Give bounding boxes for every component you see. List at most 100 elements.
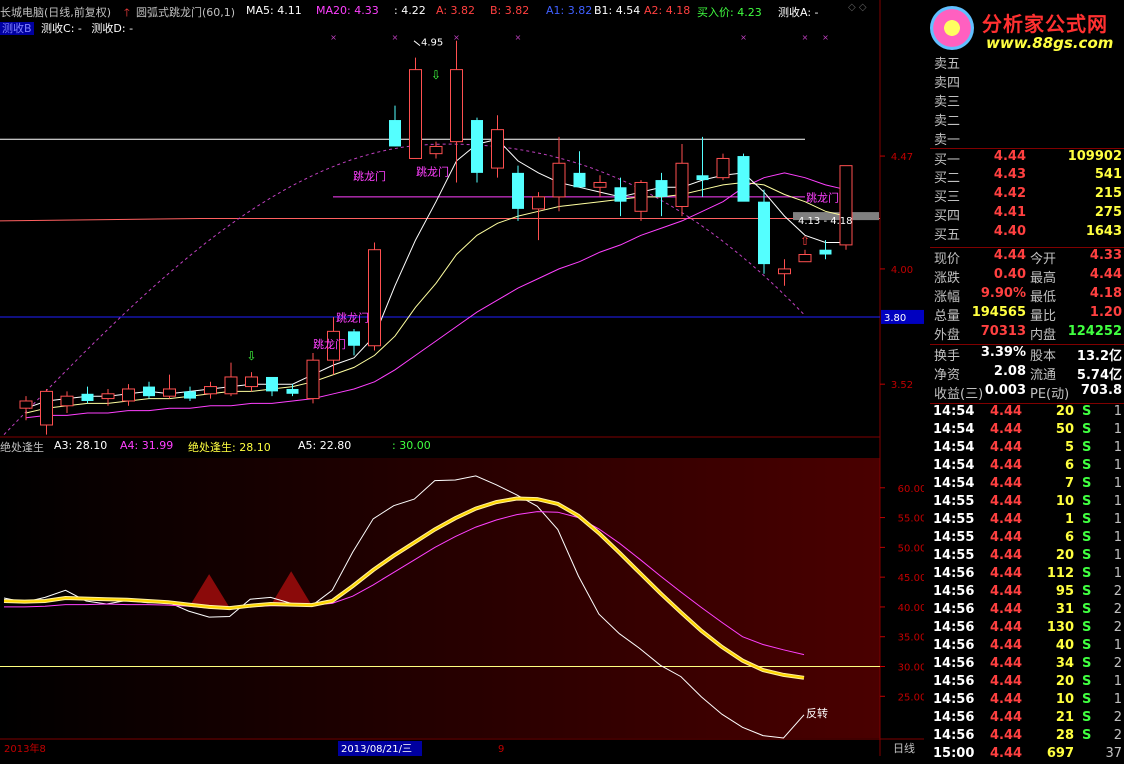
tick-price: 4.44 <box>990 440 1023 455</box>
tick-count: 1 <box>1113 512 1122 527</box>
tick-count: 1 <box>1113 440 1122 455</box>
tick-row[interactable]: 14:54 4.44 50 S 1 <box>930 422 1124 440</box>
tick-side: S <box>1082 566 1092 581</box>
order-book-row[interactable]: 买三 4.42 215 <box>930 186 1124 205</box>
indicator-name[interactable]: 绝处逢生 <box>0 439 44 455</box>
tick-row[interactable]: 14:56 4.44 112 S 1 <box>930 566 1124 584</box>
tick-volume: 20 <box>1055 548 1074 563</box>
candle-body-up <box>716 157 730 179</box>
indicator-value: A5: 22.80 <box>298 439 352 452</box>
y-tick-label: 30.00 <box>898 663 924 674</box>
candle-body-down <box>737 156 750 202</box>
candle-body-up <box>60 395 74 407</box>
tick-list[interactable]: 14:54 4.44 20 S 1 14:54 4.44 50 S 1 14:54 4.44 5 S 1 14… <box>930 403 1124 761</box>
tick-price: 4.44 <box>990 602 1023 617</box>
candle-body-down <box>655 180 668 197</box>
tick-price: 4.44 <box>990 692 1023 707</box>
tick-time: 14:55 <box>933 494 975 509</box>
fundamental-value: 703.8 <box>1080 383 1122 398</box>
tick-row[interactable]: 14:54 4.44 7 S 1 <box>930 476 1124 494</box>
candle-body-down <box>819 249 832 255</box>
sell-arrow-icon: ⇧ <box>800 234 810 248</box>
tick-volume: 5 <box>1064 440 1074 455</box>
fundamental-label: 股本 <box>1030 349 1057 364</box>
candle-body-up <box>306 359 320 400</box>
tick-row[interactable]: 14:56 4.44 20 S 1 <box>930 674 1124 692</box>
y-tick-label: 55.00 <box>898 514 924 525</box>
formula-name[interactable]: 圆弧式跳龙门(60,1) <box>136 4 235 20</box>
stat-value: 0.40 <box>993 267 1026 282</box>
tick-row[interactable]: 14:54 4.44 5 S 1 <box>930 440 1124 458</box>
tick-row[interactable]: 14:55 4.44 10 S 1 <box>930 494 1124 512</box>
tick-volume: 10 <box>1055 494 1074 509</box>
candle-body-down <box>614 187 627 202</box>
candle-body-up <box>245 376 258 388</box>
stat-label: 量比 <box>1030 309 1057 324</box>
tick-row[interactable]: 14:55 4.44 6 S 1 <box>930 530 1124 548</box>
tick-row[interactable]: 14:55 4.44 20 S 1 <box>930 548 1124 566</box>
order-book-row[interactable]: 卖一 <box>930 129 1124 148</box>
stat-label: 涨幅 <box>934 290 961 305</box>
chart-window-controls[interactable]: ◇ ◇ <box>848 2 867 13</box>
top-marker: × <box>515 33 522 42</box>
order-book-label: 卖二 <box>934 114 961 129</box>
jump-label: 跳龙门 <box>806 191 839 205</box>
tick-row[interactable]: 14:56 4.44 10 S 1 <box>930 692 1124 710</box>
tick-time: 14:56 <box>933 620 975 635</box>
tick-side: S <box>1082 638 1092 653</box>
tick-row[interactable]: 14:55 4.44 1 S 1 <box>930 512 1124 530</box>
x-axis-label: 2013/08/21/三 <box>341 744 412 755</box>
tick-row[interactable]: 14:56 4.44 95 S 2 <box>930 584 1124 602</box>
tick-count: 1 <box>1113 548 1122 563</box>
order-book-price: 4.44 <box>993 149 1026 164</box>
tick-time: 15:00 <box>933 746 975 761</box>
stat-label: 最低 <box>1030 290 1057 305</box>
period-tab[interactable]: 日线 <box>893 741 915 755</box>
y-tick-label: 40.00 <box>898 603 924 614</box>
tick-row[interactable]: 14:56 4.44 40 S 1 <box>930 638 1124 656</box>
tick-row[interactable]: 14:56 4.44 31 S 2 <box>930 602 1124 620</box>
tick-row[interactable]: 14:56 4.44 28 S 2 <box>930 728 1124 746</box>
order-book-row[interactable]: 卖五 <box>930 53 1124 72</box>
tick-count: 1 <box>1113 674 1122 689</box>
tick-price: 4.44 <box>990 458 1023 473</box>
candle-body-down <box>184 391 196 399</box>
stat-value: 124252 <box>1067 324 1122 339</box>
order-book-row[interactable]: 卖三 <box>930 91 1124 110</box>
tick-price: 4.44 <box>990 530 1023 545</box>
order-book-row[interactable]: 买四 4.41 275 <box>930 205 1124 224</box>
tick-row[interactable]: 14:56 4.44 21 S 2 <box>930 710 1124 728</box>
jump-label: 跳龙门 <box>313 337 346 351</box>
tick-row[interactable]: 14:56 4.44 34 S 2 <box>930 656 1124 674</box>
fundamental-row: 换手 3.39% 股本 13.2亿 <box>930 345 1124 364</box>
stat-value: 4.44 <box>993 248 1026 263</box>
order-book-row[interactable]: 买五 4.40 1643 <box>930 224 1124 243</box>
tick-time: 14:54 <box>933 476 975 491</box>
tick-price: 4.44 <box>990 746 1023 761</box>
candle-body-up <box>122 388 135 402</box>
order-book-row[interactable]: 卖二 <box>930 110 1124 129</box>
jump-label: 跳龙门 <box>353 169 386 183</box>
stat-row: 涨幅 9.90% 最低 4.18 <box>930 286 1124 305</box>
price-label: 3.80 <box>884 313 906 324</box>
tick-volume: 20 <box>1055 674 1074 689</box>
order-book-row[interactable]: 买二 4.43 541 <box>930 167 1124 186</box>
tick-time: 14:56 <box>933 710 975 725</box>
fundamental-value: 0.003 <box>984 383 1026 398</box>
tick-row[interactable]: 14:54 4.44 6 S 1 <box>930 458 1124 476</box>
candle-body-up <box>552 162 566 198</box>
tick-count: 1 <box>1113 476 1122 491</box>
tick-row[interactable]: 14:54 4.44 20 S 1 <box>930 404 1124 422</box>
chart-area[interactable]: 4.47 4.00 3.52 3.80 ⇩ ⇩ ⇧ × × × × × × × 4.95 4.13 - 4.1… <box>0 0 924 756</box>
order-book-row[interactable]: 卖四 <box>930 72 1124 91</box>
stat-label: 内盘 <box>1030 328 1057 343</box>
chart-title[interactable]: 长城电脑(日线,前复权) <box>0 4 111 20</box>
order-book-volume: 215 <box>1094 186 1122 201</box>
order-book-row[interactable]: 买一 4.44 109902 <box>930 148 1124 168</box>
candle-body-down <box>758 201 770 265</box>
tick-row[interactable]: 15:00 4.44 697 37 <box>930 746 1124 764</box>
top-marker: × <box>330 33 337 42</box>
tick-volume: 31 <box>1055 602 1074 617</box>
tick-row[interactable]: 14:56 4.44 130 S 2 <box>930 620 1124 638</box>
fundamental-row: 净资 2.08 流通 5.74亿 <box>930 364 1124 383</box>
